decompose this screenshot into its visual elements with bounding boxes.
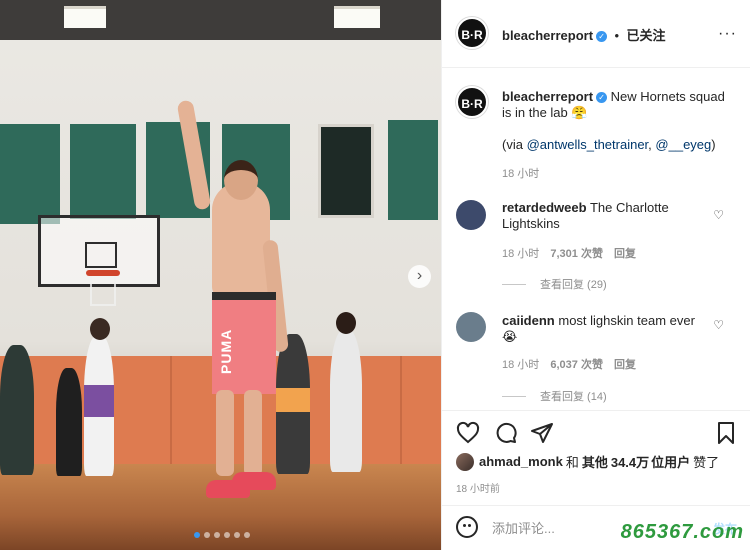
commenter-avatar[interactable]	[456, 312, 486, 342]
action-bar	[442, 410, 750, 458]
ceiling-light	[334, 6, 380, 28]
view-replies-label: 查看回复 (14)	[540, 391, 607, 403]
carousel-dot[interactable]	[224, 532, 230, 538]
author-row: bleacherreport ✓ • 已关注	[502, 25, 666, 45]
comment-emoji: 😭	[502, 329, 518, 344]
wall-panel	[388, 120, 438, 220]
watermark: 865367.com	[620, 521, 744, 543]
player-head	[224, 160, 258, 200]
chevron-right-icon: ›	[416, 267, 423, 284]
caption-time: 18 小时	[502, 168, 540, 180]
background-player-head	[90, 318, 110, 340]
reply-line	[502, 283, 526, 285]
wall-panel	[70, 124, 136, 219]
background-player-head	[336, 312, 356, 334]
carousel-dot[interactable]	[244, 532, 250, 538]
comment: retardedweeb The Charlotte Lightskins	[502, 200, 712, 232]
likes-suffix: 赞了	[693, 455, 720, 470]
carousel-dot[interactable]	[204, 532, 210, 538]
reply-button[interactable]: 回复	[614, 248, 636, 260]
comment-username[interactable]: caiidenn	[502, 313, 555, 328]
caption: bleacherreport ✓ New Hornets squad is in …	[502, 89, 734, 121]
comment: caiidenn most lighskin team ever 😭	[502, 313, 712, 345]
likes-unit[interactable]: 位用户	[651, 452, 690, 471]
background-player	[330, 330, 362, 472]
likes-count[interactable]: 34.4万	[611, 452, 649, 471]
view-replies-button[interactable]: 查看回复 (14)	[502, 388, 607, 404]
background-player	[56, 368, 82, 476]
post-side-panel: B·R bleacherreport ✓ • 已关注 ··· B·R bleach…	[441, 0, 750, 550]
comment-likes[interactable]: 7,301 次赞	[550, 248, 603, 260]
carousel-dots	[194, 532, 250, 538]
comment-time: 18 小时	[502, 248, 540, 260]
shorts-logo: PUMA	[218, 328, 234, 374]
backboard-square	[85, 242, 117, 268]
comment-meta: 18 小时 6,037 次赞 回复	[502, 356, 636, 372]
wall-seam	[170, 356, 172, 464]
bookmark-icon[interactable]	[714, 421, 738, 445]
verified-icon: ✓	[596, 92, 608, 103]
view-replies-button[interactable]: 查看回复 (29)	[502, 276, 607, 292]
verified-icon: ✓	[596, 31, 608, 42]
instagram-post-view: PUMA › B·R bleacherreport ✓ • 已关注 ··· B·…	[0, 0, 750, 550]
author-avatar[interactable]: B·R	[456, 17, 488, 49]
carousel-dot[interactable]	[234, 532, 240, 538]
wall-panel	[0, 124, 60, 224]
hoop-net	[90, 276, 116, 306]
reply-line	[502, 395, 526, 397]
likes-conj: 和	[565, 455, 579, 470]
more-icon[interactable]: ···	[718, 25, 737, 43]
player-leg	[244, 390, 262, 476]
mention-link[interactable]: @antwells_thetrainer	[527, 137, 649, 152]
caption-emoji: 😤	[571, 105, 588, 120]
share-icon[interactable]	[530, 421, 554, 445]
comment-icon[interactable]	[494, 421, 518, 445]
post-header: B·R bleacherreport ✓ • 已关注 ···	[442, 0, 750, 68]
background-player-shorts	[276, 388, 310, 412]
caption-author-avatar[interactable]: B·R	[456, 86, 488, 118]
liker-avatar[interactable]	[456, 452, 474, 471]
comment-username[interactable]: retardedweeb	[502, 200, 587, 215]
heart-icon[interactable]	[456, 421, 480, 445]
likes-summary: ahmad_monk 和 其他 34.4万 位用户 赞了	[456, 452, 719, 471]
comment-likes[interactable]: 6,037 次赞	[550, 359, 603, 371]
comment-time: 18 小时	[502, 359, 540, 371]
player-shoe	[232, 472, 276, 490]
next-photo-button[interactable]: ›	[408, 265, 431, 288]
comment-meta: 18 小时 7,301 次赞 回复	[502, 245, 636, 261]
reply-button[interactable]: 回复	[614, 359, 636, 371]
emoji-icon[interactable]	[456, 516, 478, 538]
player-leg	[216, 390, 234, 476]
heart-icon[interactable]: ♡	[713, 208, 724, 222]
post-time: 18 小时前	[456, 484, 500, 495]
carousel-dot[interactable]	[214, 532, 220, 538]
background-player-shorts	[84, 385, 114, 417]
heart-icon[interactable]: ♡	[713, 318, 724, 332]
separator-dot: •	[614, 28, 620, 43]
wall-seam	[400, 356, 402, 464]
follow-status-button[interactable]: 已关注	[627, 28, 666, 43]
caption-username[interactable]: bleacherreport	[502, 89, 593, 104]
post-photo[interactable]: PUMA ›	[0, 0, 441, 550]
via-suffix: )	[711, 137, 716, 152]
background-player	[0, 345, 34, 475]
comment-text: most lighskin team ever	[558, 313, 695, 328]
view-replies-label: 查看回复 (29)	[540, 279, 607, 291]
commenter-avatar[interactable]	[456, 200, 486, 230]
caption-via: (via @antwells_thetrainer, @__eyeg)	[502, 137, 716, 153]
liker-username[interactable]: ahmad_monk	[479, 454, 563, 469]
carousel-dot[interactable]	[194, 532, 200, 538]
gym-window	[318, 124, 374, 218]
mention-link[interactable]: @__eyeg	[655, 137, 711, 152]
via-prefix: (via	[502, 137, 527, 152]
author-username[interactable]: bleacherreport	[502, 28, 593, 43]
likes-others[interactable]: 其他	[582, 452, 608, 471]
ceiling-light	[64, 6, 106, 28]
